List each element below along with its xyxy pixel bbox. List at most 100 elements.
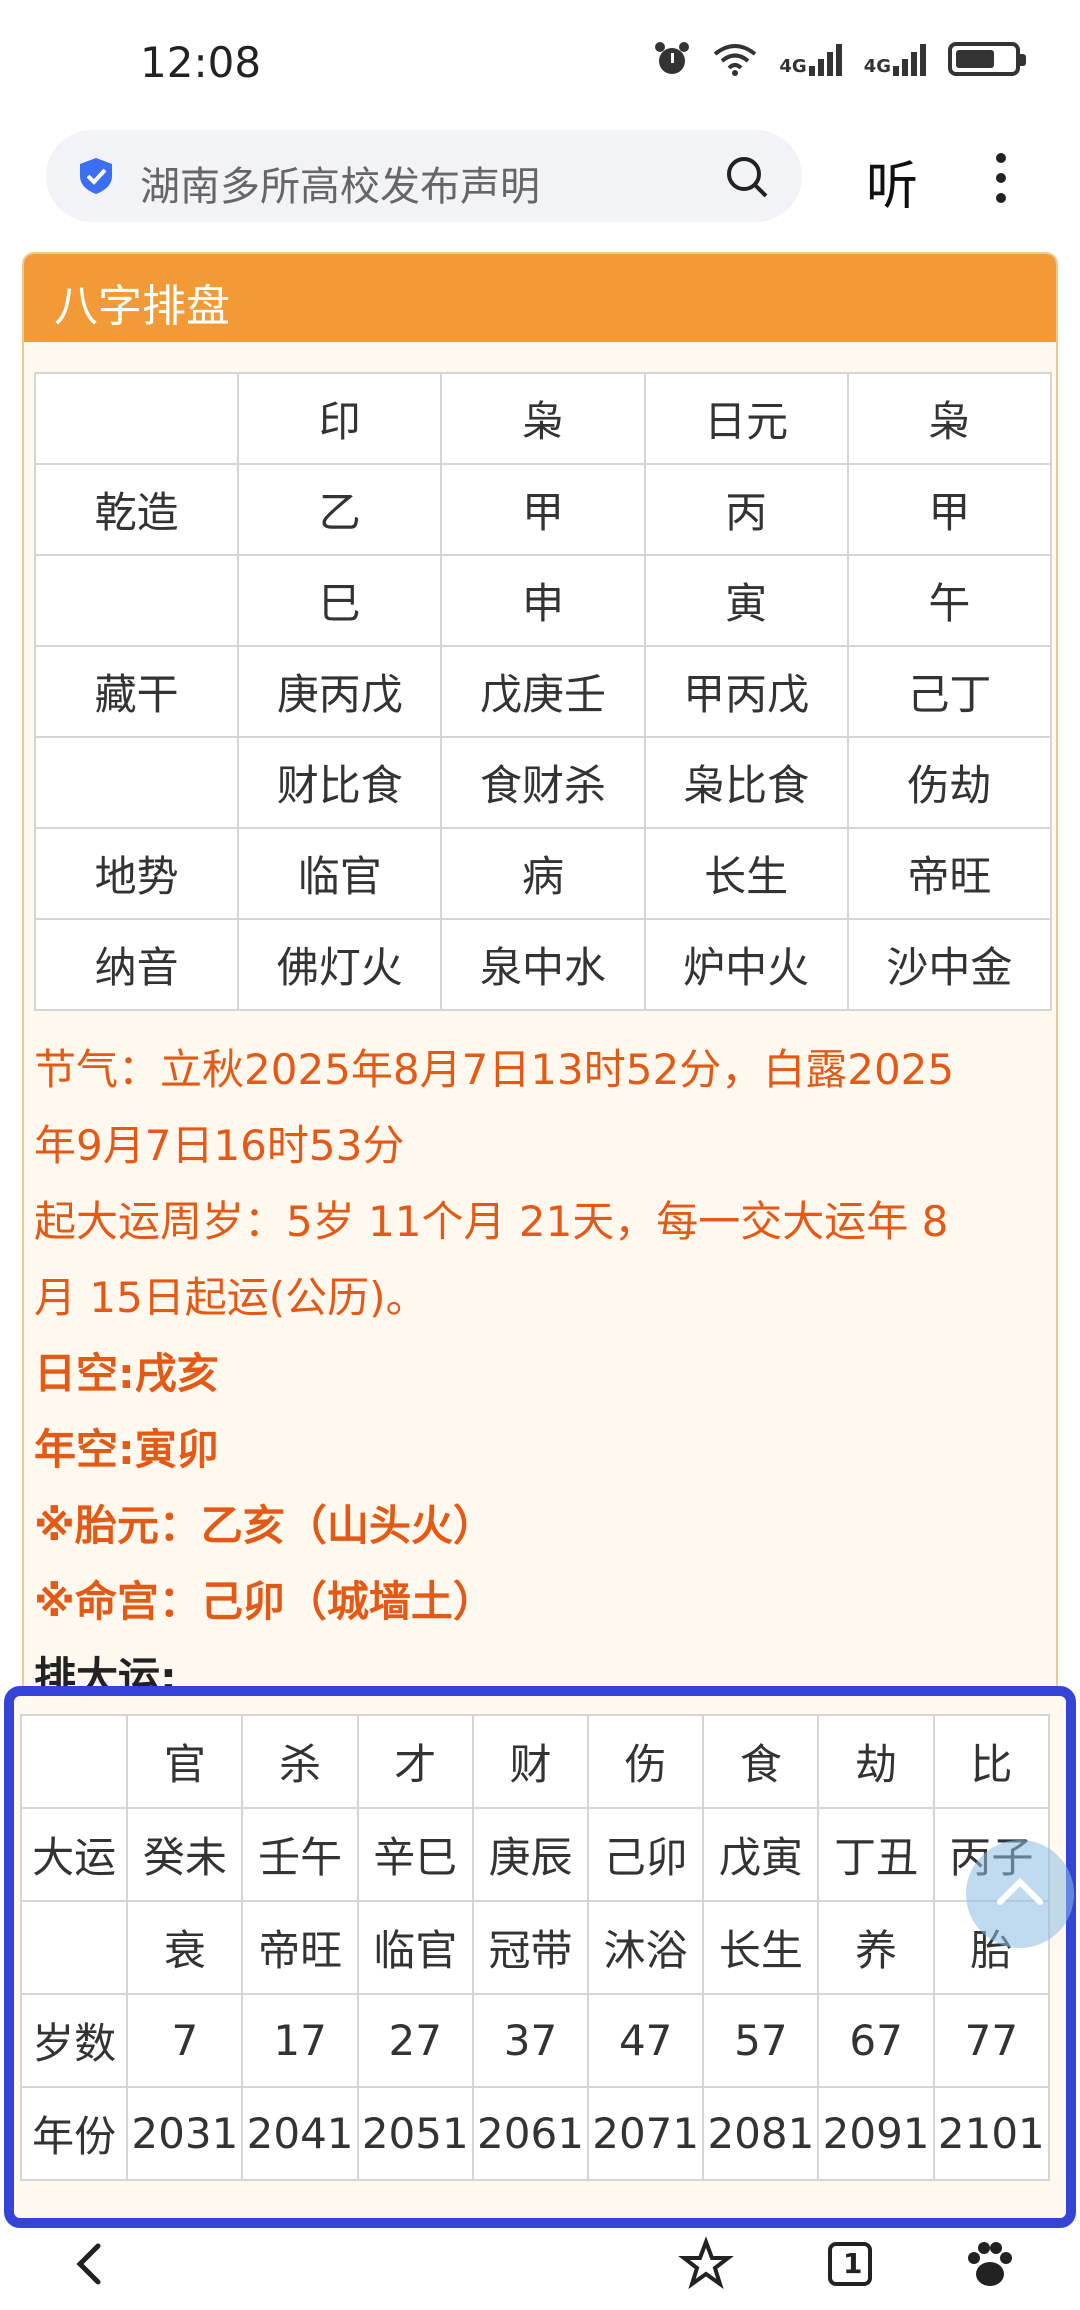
row-label-cell: 岁数	[19, 1993, 129, 2088]
table-cell: 57	[702, 1993, 820, 2088]
row-label-cell	[19, 1900, 129, 1995]
bazi-row: 藏干 庚丙戊 戊庚壬 甲丙戊 己丁	[33, 645, 1053, 738]
table-cell: 戊庚壬	[440, 645, 646, 738]
status-time: 12:08	[140, 38, 262, 87]
table-cell: 37	[471, 1993, 590, 2088]
table-cell: 2061	[471, 2086, 590, 2181]
search-icon[interactable]	[722, 152, 772, 202]
table-cell: 伤劫	[846, 736, 1053, 829]
table-cell: 病	[440, 827, 646, 920]
table-cell: 2091	[817, 2086, 935, 2181]
table-cell: 帝旺	[241, 1900, 359, 1995]
table-cell: 伤	[587, 1714, 705, 1809]
alarm-icon	[655, 42, 690, 74]
table-cell: 2071	[587, 2086, 705, 2181]
table-cell: 沐浴	[587, 1900, 705, 1995]
wifi-icon	[714, 44, 757, 76]
table-cell: 才	[356, 1714, 474, 1809]
row-label-cell: 大运	[19, 1807, 129, 1902]
paw-icon[interactable]	[960, 2234, 1020, 2294]
jieqi-line-2: 年9月7日16时53分	[34, 1121, 405, 1170]
bazi-card: 八字排盘 印枭日元枭乾造乙甲丙甲巳申寅午藏干 庚丙戊 戊庚壬 甲丙戊 己丁 财比食 食财杀枭…	[22, 252, 1058, 1732]
dayun-row: 岁数 7 17 27 37 47 57 67 77	[19, 1993, 1051, 2088]
table-cell: 冠带	[471, 1900, 590, 1995]
search-bar[interactable]: 湖南多所高校发布声明	[46, 130, 802, 222]
row-label-cell	[33, 736, 240, 829]
bazi-row: 纳音 佛灯火 泉中水 炉中火 沙中金	[33, 918, 1053, 1011]
row-label-cell: 地势	[33, 827, 240, 920]
table-cell: 长生	[643, 827, 849, 920]
signal-icon-2: 4G	[864, 42, 926, 76]
info-section: 节气：立秋2025年8月7日13时52分，白露2025 年9月7日16时53分 …	[34, 1032, 1054, 1716]
table-cell: 2051	[356, 2086, 474, 2181]
shield-icon	[80, 158, 112, 194]
table-cell: 财比食	[237, 736, 443, 829]
signal-icon-1: 4G	[779, 42, 842, 76]
table-cell: 衰	[126, 1900, 244, 1995]
row-label-cell: 藏干	[33, 645, 240, 738]
status-icons: 4G 4G	[653, 40, 1026, 78]
table-cell: 佛灯火	[237, 918, 443, 1011]
table-cell: 2101	[932, 2086, 1051, 2181]
table-cell: 庚辰	[471, 1807, 590, 1902]
table-cell: 泉中水	[440, 918, 646, 1011]
table-cell: 2081	[702, 2086, 820, 2181]
table-cell: 食财杀	[440, 736, 646, 829]
table-cell: 沙中金	[846, 918, 1053, 1011]
bazi-row: 地势 临官病长生 帝旺	[33, 827, 1053, 920]
search-placeholder[interactable]: 湖南多所高校发布声明	[140, 154, 540, 212]
table-cell: 辛巳	[356, 1807, 474, 1902]
table-cell: 劫	[817, 1714, 935, 1809]
rikong-line: 日空:戌亥	[34, 1349, 219, 1398]
jieqi-line-1: 节气：立秋2025年8月7日13时52分，白露2025	[34, 1045, 955, 1094]
table-cell: 枭	[440, 372, 646, 465]
row-label-cell	[19, 1714, 129, 1809]
bottom-nav: 1	[0, 2228, 1080, 2310]
table-cell: 7	[126, 1993, 244, 2088]
chevron-up-icon	[997, 1877, 1043, 1905]
bazi-row: 印枭日元枭	[33, 372, 1053, 465]
table-cell: 午	[846, 554, 1053, 647]
table-cell: 财	[471, 1714, 590, 1809]
qiyun-line-2: 月 15日起运(公历)。	[34, 1273, 428, 1322]
table-cell: 炉中火	[643, 918, 849, 1011]
row-label-cell	[33, 372, 240, 465]
dayun-table: 官杀才财伤食劫比大运癸未壬午辛巳庚辰己卯戊寅丁丑丙子衰帝旺临官冠带沐浴长生养胎岁…	[19, 1714, 1051, 2181]
bazi-row: 巳申寅午	[33, 554, 1053, 647]
row-label-cell: 乾造	[33, 463, 240, 556]
qiyun-line-1: 起大运周岁：5岁 11个月 21天，每一交大运年 8	[34, 1197, 949, 1246]
listen-button[interactable]: 听	[866, 144, 918, 219]
table-cell: 乙	[237, 463, 443, 556]
table-cell: 17	[241, 1993, 359, 2088]
card-header: 八字排盘	[24, 254, 1056, 342]
back-icon[interactable]	[60, 2234, 120, 2294]
table-cell: 庚丙戊	[237, 645, 443, 738]
table-cell: 己卯	[587, 1807, 705, 1902]
table-cell: 寅	[643, 554, 849, 647]
table-cell: 印	[237, 372, 443, 465]
table-cell: 临官	[237, 827, 443, 920]
table-cell: 比	[932, 1714, 1051, 1809]
bazi-row: 财比食 食财杀 枭比食 伤劫	[33, 736, 1053, 829]
tabs-button[interactable]: 1	[820, 2234, 880, 2294]
table-cell: 己丁	[846, 645, 1053, 738]
table-cell: 2041	[241, 2086, 359, 2181]
scroll-to-top-button[interactable]	[966, 1840, 1074, 1948]
table-cell: 丁丑	[817, 1807, 935, 1902]
table-cell: 巳	[237, 554, 443, 647]
table-cell: 甲丙戊	[643, 645, 849, 738]
table-cell: 日元	[643, 372, 849, 465]
star-icon[interactable]	[676, 2234, 736, 2294]
table-cell: 帝旺	[846, 827, 1053, 920]
table-cell: 官	[126, 1714, 244, 1809]
more-menu-icon[interactable]	[986, 148, 1016, 208]
row-label-cell: 纳音	[33, 918, 240, 1011]
battery-icon	[948, 42, 1026, 76]
table-cell: 戊寅	[702, 1807, 820, 1902]
row-label-cell	[33, 554, 240, 647]
tab-count: 1	[843, 2247, 863, 2280]
bazi-row: 乾造乙甲丙甲	[33, 463, 1053, 556]
row-label-cell: 年份	[19, 2086, 129, 2181]
dayun-row: 衰帝旺 临官 冠带 沐浴 长生养胎	[19, 1900, 1051, 1995]
table-cell: 27	[356, 1993, 474, 2088]
